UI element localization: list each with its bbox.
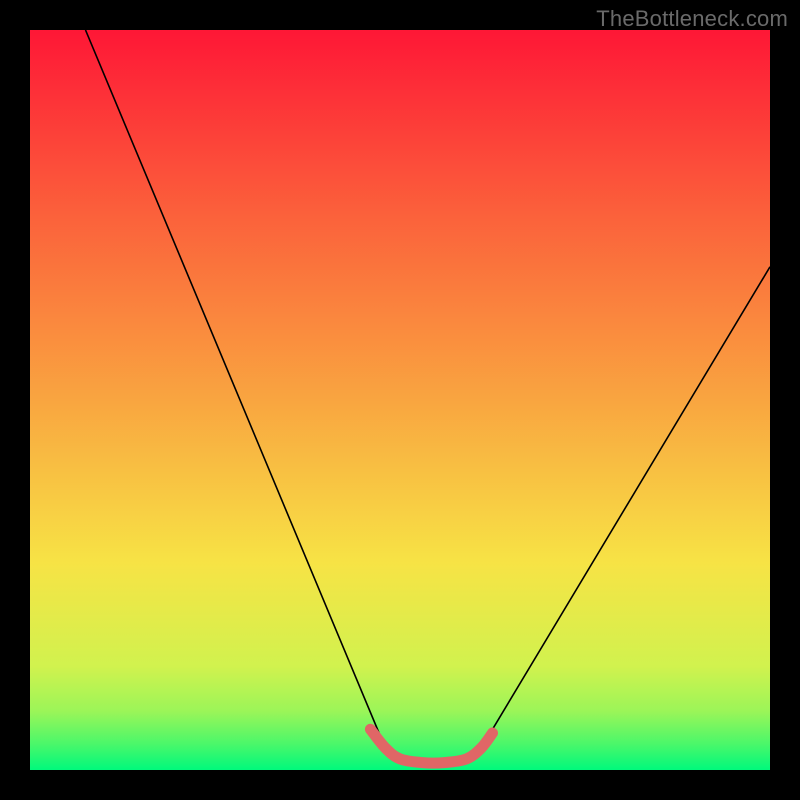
watermark-text: TheBottleneck.com <box>596 6 788 32</box>
chart-svg <box>30 30 770 770</box>
gradient-background <box>30 30 770 770</box>
chart-plot-area <box>30 30 770 770</box>
chart-frame: TheBottleneck.com <box>0 0 800 800</box>
